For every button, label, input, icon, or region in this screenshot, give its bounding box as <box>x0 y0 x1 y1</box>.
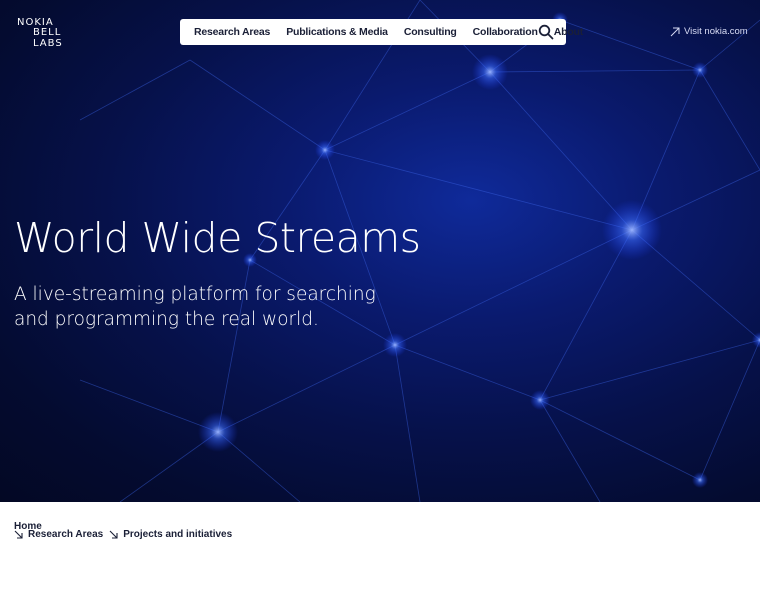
visit-nokia-link[interactable]: Visit nokia.com <box>670 26 748 37</box>
visit-nokia-label: Visit nokia.com <box>684 26 748 37</box>
breadcrumb-projects-initiatives[interactable]: Projects and initiatives <box>123 529 232 540</box>
breadcrumb: Home Research Areas Projects and initiat… <box>14 516 232 540</box>
page-title: World Wide Streams <box>14 214 421 262</box>
nav-publications-media[interactable]: Publications & Media <box>286 26 388 38</box>
breadcrumb-research-areas[interactable]: Research Areas <box>28 529 103 540</box>
nav-collaboration[interactable]: Collaboration <box>473 26 538 38</box>
hero-banner: NOKIA BELL LABS Research Areas Publicati… <box>0 0 760 502</box>
main-navigation: Research Areas Publications & Media Cons… <box>180 19 583 45</box>
search-icon[interactable] <box>538 24 554 40</box>
page-subtitle: A live-streaming platform for searching … <box>14 284 376 330</box>
external-arrow-icon <box>670 27 680 36</box>
arrow-down-right-icon <box>14 530 23 539</box>
breadcrumb-trail: Research Areas Projects and initiatives <box>14 529 238 540</box>
nokia-bell-labs-logo[interactable]: NOKIA BELL LABS <box>17 17 81 49</box>
arrow-down-right-icon <box>109 530 118 539</box>
nav-consulting[interactable]: Consulting <box>404 26 457 38</box>
nav-research-areas[interactable]: Research Areas <box>194 26 270 38</box>
logo-line-2: BELL LABS <box>33 27 63 49</box>
nav-about[interactable]: About <box>554 26 584 38</box>
